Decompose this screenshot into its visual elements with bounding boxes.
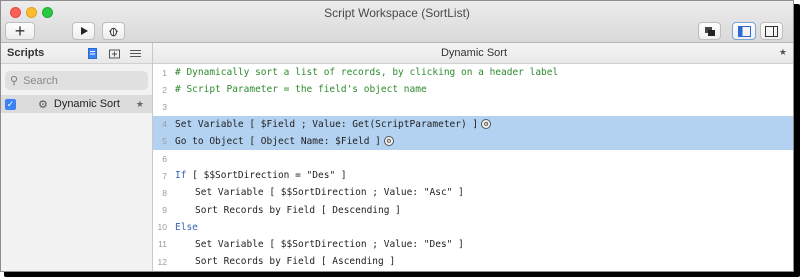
script-workspace-window: Script Workspace (SortList) + Scripts ⚲ …	[0, 0, 794, 272]
new-folder-icon[interactable]	[109, 48, 120, 59]
line-number: 4	[162, 119, 167, 130]
favorite-star-icon[interactable]: ★	[779, 47, 787, 58]
script-step-text: Set Variable [ $$SortDirection ; Value: …	[195, 187, 464, 199]
script-line[interactable]: 10 Else	[153, 219, 793, 236]
line-number: 6	[162, 153, 167, 164]
line-number: 2	[162, 84, 167, 95]
script-tab-title: Dynamic Sort	[440, 47, 508, 59]
line-number: 1	[162, 67, 167, 78]
script-line[interactable]: 11 Set Variable [ $$SortDirection ; Value…	[153, 236, 793, 253]
script-editor: Dynamic Sort ★ 1 # Dynamically sort a lis…	[153, 43, 793, 271]
script-name: Dynamic Sort	[53, 98, 120, 110]
script-line[interactable]: 4 Set Variable [ $Field ; Value: Get(Scri…	[153, 115, 793, 133]
plus-icon: +	[14, 21, 26, 41]
script-line[interactable]: 3	[153, 98, 793, 115]
scripts-sidebar: Scripts ⚲ Search ✓ ⚙ Dynamic Sort ★	[1, 43, 153, 271]
script-step-text: If [ $$SortDirection = "Des" ]	[175, 170, 347, 182]
script-line[interactable]: 7 If [ $$SortDirection = "Des" ]	[153, 167, 793, 184]
window-title: Script Workspace (SortList)	[324, 6, 470, 20]
line-number: 12	[157, 256, 167, 267]
sidebar-right-toggle-button[interactable]	[760, 22, 783, 40]
scripts-search-field[interactable]: ⚲ Search	[5, 71, 148, 90]
search-placeholder: Search	[23, 74, 58, 87]
script-step-text: Sort Records by Field [ Ascending ]	[195, 256, 396, 268]
script-line[interactable]: 12 Sort Records by Field [ Ascending ]	[153, 253, 793, 270]
sidebar-left-toggle-button[interactable]	[732, 22, 756, 40]
play-icon	[80, 27, 88, 35]
script-enabled-checkbox[interactable]: ✓	[5, 98, 16, 110]
line-number: 7	[162, 170, 167, 181]
debug-script-button[interactable]	[102, 22, 125, 40]
script-line[interactable]: 6	[153, 150, 793, 167]
steps-panel-toggle-button[interactable]	[698, 22, 721, 40]
line-number: 3	[162, 101, 167, 112]
gear-icon: ⚙	[38, 98, 48, 111]
script-line[interactable]: 1 # Dynamically sort a list of records, b…	[153, 64, 793, 81]
list-view-icon[interactable]	[130, 48, 141, 59]
script-step-text: Set Variable [ $$SortDirection ; Value: …	[195, 238, 464, 250]
run-script-button[interactable]	[72, 22, 95, 40]
line-number: 11	[158, 239, 167, 250]
script-step-text: Go to Object [ Object Name: $Field ]	[175, 135, 381, 147]
search-icon: ⚲	[10, 75, 19, 87]
script-step-text: # Dynamically sort a list of records, by…	[175, 67, 559, 79]
bug-icon	[108, 27, 119, 36]
script-step-text: Else	[175, 221, 198, 233]
script-line[interactable]: 8 Set Variable [ $$SortDirection ; Value:…	[153, 184, 793, 201]
script-list-item[interactable]: ✓ ⚙ Dynamic Sort ★	[1, 95, 152, 113]
step-options-icon[interactable]: ⚙	[383, 136, 394, 147]
title-bar: Script Workspace (SortList) +	[1, 1, 793, 43]
line-number: 9	[162, 205, 167, 216]
script-step-text: Set Variable [ $Field ; Value: Get(Scrip…	[175, 118, 479, 130]
sidebar-right-icon	[765, 25, 778, 37]
script-lines: 1 # Dynamically sort a list of records, b…	[153, 64, 793, 270]
script-line[interactable]: 2 # Script Parameter = the field's object…	[153, 81, 793, 98]
sidebar-header: Scripts	[1, 43, 152, 64]
favorite-star-icon[interactable]: ★	[136, 99, 144, 110]
script-line[interactable]: 5 Go to Object [ Object Name: $Field ] ⚙	[153, 132, 793, 150]
line-number: 10	[157, 222, 167, 233]
stacked-windows-icon	[704, 26, 715, 36]
line-number: 8	[162, 187, 167, 198]
sidebar-left-icon	[737, 25, 751, 37]
line-number: 5	[162, 136, 167, 147]
step-options-icon[interactable]: ⚙	[481, 119, 492, 130]
editor-header: Dynamic Sort ★	[153, 43, 793, 64]
new-script-button[interactable]: +	[5, 22, 35, 40]
new-script-icon[interactable]	[87, 48, 98, 59]
sidebar-title: Scripts	[7, 47, 45, 59]
script-line[interactable]: 9 Sort Records by Field [ Descending ]	[153, 202, 793, 219]
script-step-text: Sort Records by Field [ Descending ]	[195, 204, 401, 216]
script-step-text: # Script Parameter = the field's object …	[175, 84, 427, 96]
